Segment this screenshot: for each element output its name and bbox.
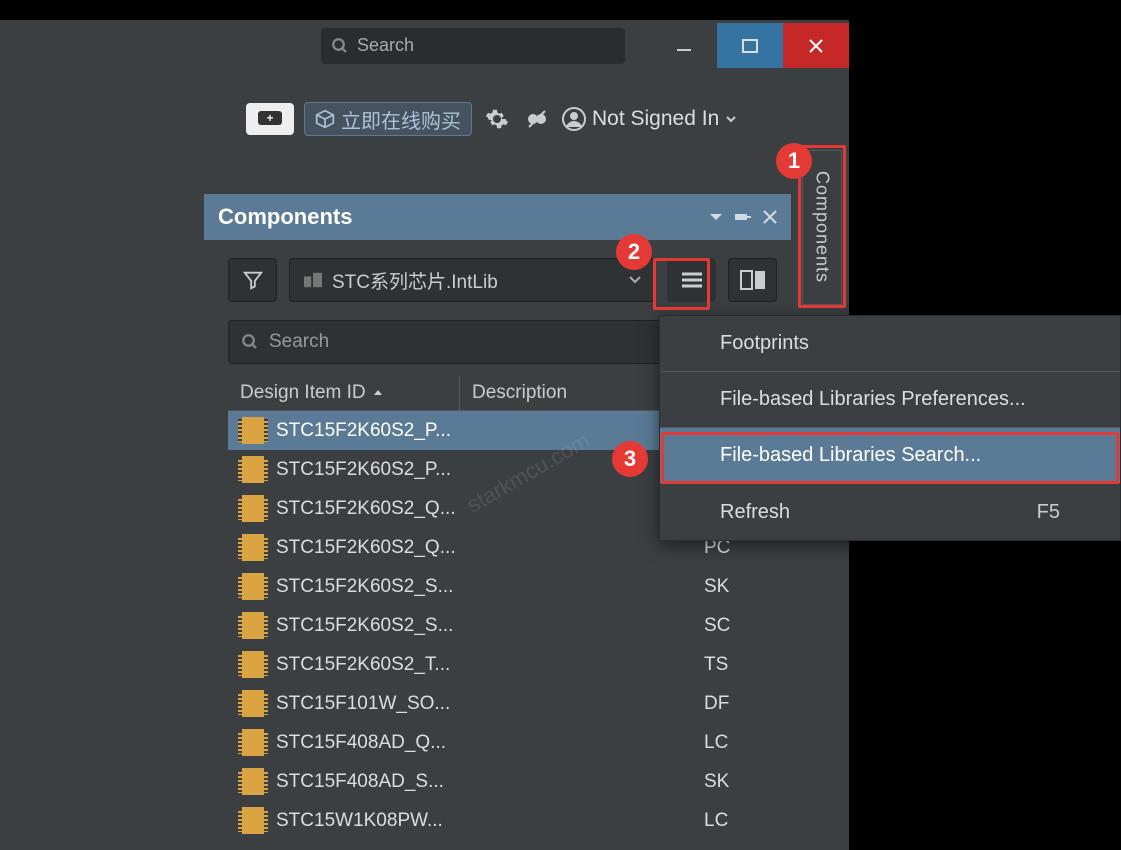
chip-icon — [242, 456, 264, 483]
pin-icon[interactable] — [735, 210, 751, 224]
table-row[interactable]: STC15F408AD_Q...LC — [228, 723, 787, 762]
notifications-button[interactable] — [522, 104, 552, 134]
buy-label: 立即在线购买 — [341, 105, 461, 134]
window-controls — [651, 23, 849, 68]
top-border — [0, 0, 1121, 20]
funnel-icon — [242, 269, 264, 291]
layout-toggle-button[interactable] — [728, 258, 777, 302]
library-dropdown[interactable]: STC系列芯片.IntLib — [289, 258, 655, 302]
table-row[interactable]: STC15F2K60S2_S...SC — [228, 606, 787, 645]
minimize-button[interactable] — [651, 23, 717, 68]
menu-item-footprints[interactable]: Footprints — [660, 316, 1120, 372]
global-search-input[interactable]: Search — [321, 28, 625, 64]
table-row[interactable]: STC15F101W_SO...DF — [228, 684, 787, 723]
sort-asc-icon — [372, 387, 384, 399]
column-header-name[interactable]: Design Item ID — [228, 376, 460, 410]
table-row[interactable]: STC15F408AD_S...SK — [228, 762, 787, 801]
context-menu: Footprints File-based Libraries Preferen… — [659, 315, 1121, 541]
library-icon — [302, 271, 324, 289]
menu-button[interactable] — [667, 258, 716, 302]
menu-item-libraries-preferences[interactable]: File-based Libraries Preferences... — [660, 372, 1120, 428]
bell-slash-icon — [525, 107, 549, 131]
chip-icon — [242, 768, 264, 795]
hamburger-icon — [680, 271, 704, 289]
maximize-button[interactable] — [717, 23, 783, 68]
search-icon — [331, 37, 349, 55]
chip-icon — [242, 729, 264, 756]
components-side-tab[interactable]: Components — [802, 150, 842, 305]
annotation-badge-2: 2 — [616, 234, 652, 270]
chip-icon — [242, 573, 264, 600]
chip-icon — [242, 534, 264, 561]
collapse-icon[interactable] — [709, 210, 723, 224]
chevron-down-icon — [725, 113, 737, 125]
search-icon — [241, 333, 259, 351]
chip-icon — [242, 690, 264, 717]
chip-icon — [242, 807, 264, 834]
user-icon — [562, 107, 586, 131]
library-name: STC系列芯片.IntLib — [332, 267, 498, 294]
message-button[interactable]: + — [246, 103, 294, 135]
buy-online-button[interactable]: 立即在线购买 — [304, 102, 472, 136]
layout-icon — [740, 270, 766, 290]
chip-icon — [242, 495, 264, 522]
user-menu[interactable]: Not Signed In — [562, 107, 737, 131]
close-icon[interactable] — [763, 210, 777, 224]
chip-icon — [242, 612, 264, 639]
search-placeholder: Search — [357, 35, 414, 56]
annotation-badge-3: 3 — [612, 441, 648, 477]
annotation-badge-1: 1 — [776, 143, 812, 179]
gear-icon — [485, 107, 509, 131]
svg-text:+: + — [266, 111, 273, 125]
settings-button[interactable] — [482, 104, 512, 134]
panel-title: Components — [218, 204, 352, 230]
panel-header[interactable]: Components — [204, 194, 791, 240]
package-icon — [315, 109, 335, 129]
close-button[interactable] — [783, 23, 849, 68]
table-row[interactable]: STC15F2K60S2_T...TS — [228, 645, 787, 684]
side-tab-label: Components — [812, 171, 833, 283]
table-row[interactable]: STC15F2K60S2_S...SK — [228, 567, 787, 606]
chip-icon — [242, 651, 264, 678]
panel-search-placeholder: Search — [269, 331, 329, 353]
title-bar: Search — [321, 23, 849, 68]
user-label: Not Signed In — [592, 107, 719, 131]
menu-item-libraries-search[interactable]: File-based Libraries Search... — [660, 428, 1120, 484]
filter-button[interactable] — [228, 258, 277, 302]
chip-icon — [242, 417, 264, 444]
table-row[interactable]: STC15W1K08PW...LC — [228, 801, 787, 840]
panel-toolbar: STC系列芯片.IntLib — [204, 240, 791, 314]
chevron-down-icon — [628, 273, 642, 287]
menu-item-refresh[interactable]: RefreshF5 — [660, 484, 1120, 540]
toolbar: + 立即在线购买 Not Signed In — [246, 98, 849, 140]
